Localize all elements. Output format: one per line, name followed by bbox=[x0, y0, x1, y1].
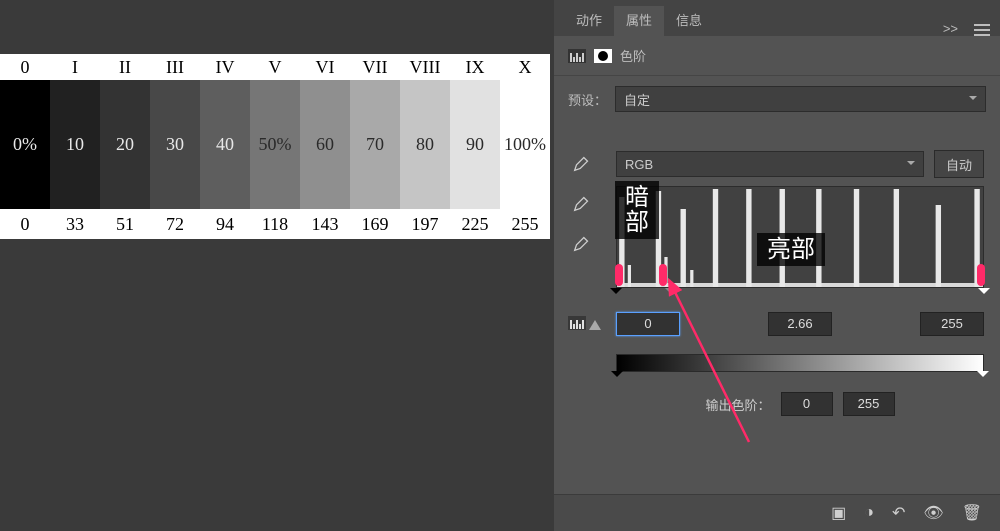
output-gradient[interactable] bbox=[616, 354, 984, 372]
output-high-input[interactable]: 255 bbox=[843, 392, 895, 416]
chart-swatch-cell: 90 bbox=[450, 80, 500, 209]
chart-swatch-cell: 0% bbox=[0, 80, 50, 209]
mask-icon[interactable] bbox=[594, 49, 612, 63]
output-highlight-slider[interactable] bbox=[977, 371, 989, 383]
channel-select[interactable]: RGB bbox=[616, 151, 924, 177]
chart-header-cell: III bbox=[150, 54, 200, 80]
chart-swatch-cell: 50% bbox=[250, 80, 300, 209]
visibility-icon[interactable]: 👁 bbox=[923, 503, 943, 523]
output-level-row: 输出色阶： 0 255 bbox=[616, 392, 984, 416]
chart-level-cell: 94 bbox=[200, 209, 250, 239]
chart-gradient-row: 0%1020304050%60708090100% bbox=[0, 80, 551, 209]
output-label: 输出色阶： bbox=[705, 395, 770, 414]
delete-icon[interactable]: 🗑 bbox=[962, 503, 982, 523]
output-low-input[interactable]: 0 bbox=[781, 392, 833, 416]
annotation-shadows: 暗 部 bbox=[615, 181, 659, 239]
chart-swatch-cell: 40 bbox=[200, 80, 250, 209]
preset-row: 预设： 自定 bbox=[554, 76, 1000, 122]
chart-swatch-cell: 100% bbox=[500, 80, 550, 209]
chart-header-cell: X bbox=[500, 54, 550, 80]
midtone-slider[interactable] bbox=[665, 288, 677, 300]
tab-info[interactable]: 信息 bbox=[664, 6, 714, 36]
tab-actions[interactable]: 动作 bbox=[564, 6, 614, 36]
chart-level-cell: 72 bbox=[150, 209, 200, 239]
chart-level-cell: 33 bbox=[50, 209, 100, 239]
chart-header-cell: I bbox=[50, 54, 100, 80]
chart-header-cell: IV bbox=[200, 54, 250, 80]
input-level-values: 0 2.66 255 bbox=[616, 312, 984, 336]
chart-level-cell: 51 bbox=[100, 209, 150, 239]
panel-header: 色阶 bbox=[554, 36, 1000, 76]
chart-swatch-cell: 20 bbox=[100, 80, 150, 209]
auto-button[interactable]: 自动 bbox=[934, 150, 984, 178]
shadow-input[interactable]: 0 bbox=[616, 312, 680, 336]
levels-main: RGB 自动 bbox=[616, 150, 984, 416]
chart-level-cell: 118 bbox=[250, 209, 300, 239]
panel-menu-icon[interactable] bbox=[974, 24, 990, 36]
clip-to-layer-icon[interactable]: ▣ bbox=[831, 503, 846, 523]
chart-level-cell: 197 bbox=[400, 209, 450, 239]
chart-level-cell: 0 bbox=[0, 209, 50, 239]
histogram[interactable]: 暗 部 亮部 bbox=[616, 186, 984, 288]
panel-title-text: 色阶 bbox=[620, 46, 646, 65]
highlight-marker bbox=[977, 264, 985, 286]
levels-clip-icon[interactable] bbox=[568, 314, 601, 333]
chart-header-cell: V bbox=[250, 54, 300, 80]
chart-header-cell: VI bbox=[300, 54, 350, 80]
black-point-eyedropper-icon[interactable] bbox=[571, 152, 593, 174]
highlight-input[interactable]: 255 bbox=[920, 312, 984, 336]
chart-header-cell: VIII bbox=[400, 54, 450, 80]
chart-header-cell: IX bbox=[450, 54, 500, 80]
panel-tabs: 动作 属性 信息 >> bbox=[554, 0, 1000, 36]
view-previous-icon[interactable]: ◑ bbox=[864, 504, 874, 522]
properties-panel: 动作 属性 信息 >> 色阶 预设： 自定 RGB bbox=[554, 0, 1000, 531]
white-point-eyedropper-icon[interactable] bbox=[571, 232, 593, 254]
chart-swatch-cell: 70 bbox=[350, 80, 400, 209]
chart-level-cell: 255 bbox=[500, 209, 550, 239]
collapse-icon[interactable]: >> bbox=[943, 21, 958, 36]
chart-header-cell: 0 bbox=[0, 54, 50, 80]
shadow-slider[interactable] bbox=[610, 288, 622, 300]
shadow-marker bbox=[615, 264, 623, 286]
preset-label: 预设： bbox=[568, 90, 607, 109]
eyedropper-tools bbox=[568, 152, 596, 254]
preset-value: 自定 bbox=[624, 90, 650, 109]
chart-swatch-cell: 30 bbox=[150, 80, 200, 209]
chart-swatch-cell: 80 bbox=[400, 80, 450, 209]
chart-header-row: 0IIIIIIIVVVIVIIVIIIIXX bbox=[0, 54, 551, 80]
output-shadow-slider[interactable] bbox=[611, 371, 623, 383]
gray-point-eyedropper-icon[interactable] bbox=[571, 192, 593, 214]
reset-icon[interactable]: ↶ bbox=[892, 503, 905, 523]
highlight-slider[interactable] bbox=[978, 288, 990, 300]
chart-header-cell: II bbox=[100, 54, 150, 80]
chart-swatch-cell: 10 bbox=[50, 80, 100, 209]
canvas-document: 0IIIIIIIVVVIVIIVIIIIXX 0%1020304050%6070… bbox=[0, 54, 551, 239]
chart-header-cell: VII bbox=[350, 54, 400, 80]
midtone-input[interactable]: 2.66 bbox=[768, 312, 832, 336]
levels-icon bbox=[568, 49, 586, 63]
warning-icon bbox=[589, 314, 601, 330]
chart-swatch-cell: 60 bbox=[300, 80, 350, 209]
tab-properties[interactable]: 属性 bbox=[614, 6, 664, 36]
shadow-marker-2 bbox=[659, 264, 667, 286]
chart-level-cell: 143 bbox=[300, 209, 350, 239]
preset-select[interactable]: 自定 bbox=[615, 86, 986, 112]
chart-level-cell: 169 bbox=[350, 209, 400, 239]
chart-levels-row: 033517294118143169197225255 bbox=[0, 209, 551, 239]
input-slider-track[interactable] bbox=[616, 288, 984, 302]
chart-level-cell: 225 bbox=[450, 209, 500, 239]
channel-value: RGB bbox=[625, 157, 653, 172]
panel-footer: ▣ ◑ ↶ 👁 🗑 bbox=[554, 494, 1000, 531]
annotation-highlights: 亮部 bbox=[757, 233, 825, 266]
